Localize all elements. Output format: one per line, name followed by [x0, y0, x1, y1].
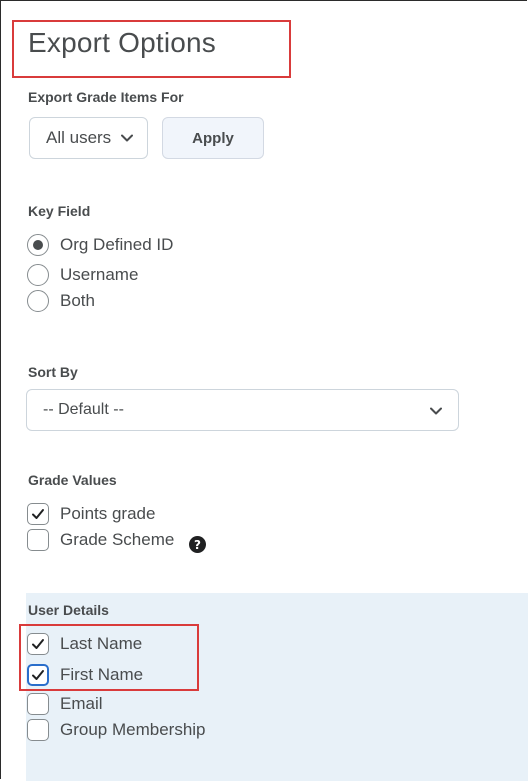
name-fields-highlight-box [19, 624, 199, 691]
checkbox-label: Email [60, 694, 103, 713]
export-for-label: Export Grade Items For [28, 89, 184, 105]
radio-selected-dot [33, 240, 43, 250]
radio-button[interactable] [27, 264, 49, 286]
checkbox-group-membership[interactable]: Group Membership [27, 718, 206, 742]
chevron-down-icon [121, 134, 134, 142]
radio-label: Username [60, 265, 139, 284]
chevron-down-icon [430, 407, 442, 415]
sort-by-value: -- Default -- [43, 401, 124, 418]
checkbox[interactable] [27, 693, 49, 715]
checkbox[interactable] [27, 719, 49, 741]
radio-button[interactable] [27, 290, 49, 312]
checkbox-grade-scheme[interactable]: Grade Scheme [27, 528, 174, 552]
checkbox-label: Points grade [60, 504, 156, 523]
sort-by-select[interactable]: -- Default -- [26, 389, 459, 431]
key-field-label: Key Field [28, 203, 91, 219]
checkbox[interactable] [27, 503, 49, 525]
page-title: Export Options [28, 27, 216, 58]
sort-by-label: Sort By [28, 364, 78, 380]
help-icon[interactable]: ? [189, 536, 206, 553]
checkbox-points-grade[interactable]: Points grade [27, 502, 155, 526]
apply-button[interactable]: Apply [162, 117, 264, 159]
user-details-label: User Details [28, 602, 109, 618]
grade-values-label: Grade Values [28, 472, 117, 488]
radio-label: Org Defined ID [60, 235, 174, 254]
checkmark-icon [32, 509, 44, 519]
radio-button[interactable] [27, 234, 49, 256]
radio-username[interactable]: Username [27, 263, 138, 287]
checkbox-label: Grade Scheme [60, 530, 175, 549]
radio-label: Both [60, 291, 95, 310]
checkbox-label: Group Membership [60, 720, 206, 739]
export-for-value: All users [46, 128, 112, 147]
radio-org-defined-id[interactable]: Org Defined ID [27, 233, 173, 257]
checkbox[interactable] [27, 529, 49, 551]
radio-both[interactable]: Both [27, 289, 95, 313]
checkbox-email[interactable]: Email [27, 692, 103, 716]
export-for-select[interactable]: All users [29, 117, 148, 159]
